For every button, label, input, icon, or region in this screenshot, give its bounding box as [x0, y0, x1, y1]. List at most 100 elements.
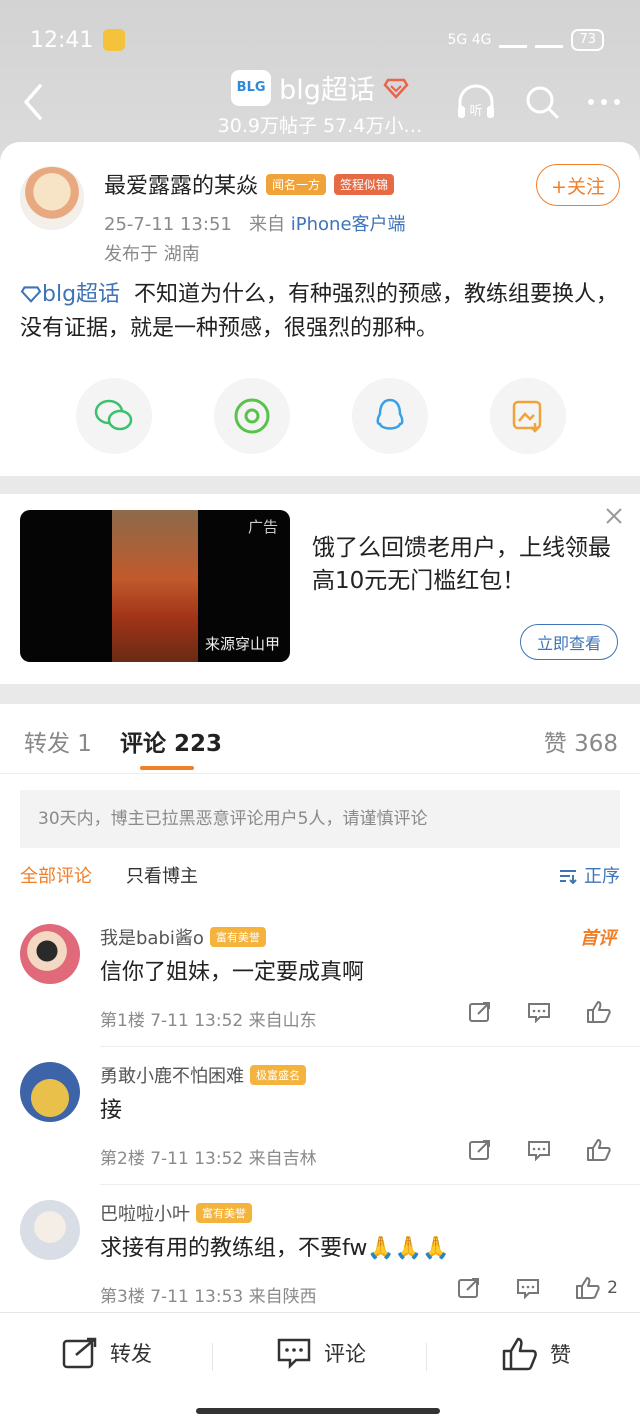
repost-icon[interactable]: [457, 1277, 481, 1299]
ad-text[interactable]: 饿了么回馈老用户，上线领最高10元无门槛红包！: [312, 532, 612, 598]
reply-icon[interactable]: [526, 1139, 552, 1161]
tab-indicator: [140, 766, 194, 770]
svg-text:听: 听: [469, 104, 482, 119]
status-time: 12:41: [30, 27, 94, 53]
repost-icon: [62, 1337, 97, 1369]
wechat-icon: [94, 399, 133, 431]
like-control[interactable]: [586, 1000, 618, 1024]
comment-notice: 30天内，博主已拉黑恶意评论用户5人，请谨慎评论: [20, 790, 620, 848]
commenter-level-badge: 极富盛名: [250, 1065, 306, 1085]
listen-icon[interactable]: 听: [454, 82, 498, 122]
comment-text: 信你了姐妹，一定要成真啊: [100, 960, 365, 985]
reply-icon[interactable]: [526, 1001, 552, 1023]
signal-icon-2: [535, 32, 564, 48]
bottom-comment-label: 评论: [324, 1342, 366, 1366]
comment-text: 接: [100, 1098, 123, 1123]
search-icon[interactable]: [524, 84, 560, 120]
author-avatar[interactable]: [20, 166, 84, 230]
bottom-action-bar: 转发 评论 赞: [0, 1312, 640, 1424]
thumbs-up-icon: [502, 1337, 537, 1371]
post-time: 25-7-11 13:51: [104, 214, 232, 235]
share-wechat[interactable]: [76, 378, 152, 454]
author-name[interactable]: 最爱露露的某焱: [104, 168, 258, 200]
commenter-name[interactable]: 我是babi酱o: [100, 924, 204, 950]
topic-link[interactable]: blg超话: [20, 282, 120, 307]
post-from: 来自: [249, 214, 286, 235]
bottom-repost-label: 转发: [110, 1342, 152, 1366]
thumbs-up-icon: [576, 1277, 600, 1299]
tab-like[interactable]: 赞 368: [544, 724, 618, 758]
top-nav: BLG blg超话 30.9万帖子 57.4万小… 听: [0, 66, 640, 138]
comment-divider: [100, 1046, 640, 1047]
comment-meta: 第3楼 7-11 13:53 来自陕西: [100, 1287, 317, 1307]
post-card: 最爱露露的某焱 闻名一方 签程似锦 +关注 25-7-11 13:51 来自 i…: [0, 142, 640, 476]
like-control[interactable]: 2: [575, 1276, 618, 1300]
page-title[interactable]: blg超话: [279, 68, 375, 107]
comment-meta: 第1楼 7-11 13:52 来自山东: [100, 1011, 317, 1031]
commenter-avatar[interactable]: [20, 924, 80, 984]
ad-view-button[interactable]: 立即查看: [520, 624, 618, 660]
filter-all-comments[interactable]: 全部评论: [20, 862, 92, 888]
blg-logo[interactable]: BLG: [231, 69, 272, 106]
comment-item[interactable]: 巴啦啦小叶 富有美誉 求接有用的教练组，不要fw🙏🙏🙏 第3楼 7-11 13:5…: [0, 1186, 640, 1324]
commenter-avatar[interactable]: [20, 1062, 80, 1122]
network-label: 5G 4G: [447, 32, 492, 48]
qq-icon: [376, 398, 404, 430]
close-icon[interactable]: [604, 506, 624, 526]
post-meta: 25-7-11 13:51 来自 iPhone客户端: [104, 210, 406, 236]
sort-button[interactable]: 正序: [558, 862, 620, 888]
separator: [212, 1343, 213, 1371]
commenter-level-badge: 富有美誉: [209, 927, 266, 947]
post-content: blg超话 不知道为什么，有种强烈的预感，教练组要换人，没有证据，就是一种预感，…: [20, 278, 620, 346]
author-badge-sign: 签程似锦: [334, 173, 395, 195]
reply-icon[interactable]: [515, 1277, 541, 1299]
bottom-like-button[interactable]: 赞: [502, 1337, 571, 1371]
share-moments[interactable]: [214, 378, 290, 454]
battery-icon: 73: [571, 29, 604, 51]
commenter-name[interactable]: 勇敢小鹿不怕困难: [100, 1062, 244, 1088]
signal-icon: [499, 32, 528, 48]
bottom-like-label: 赞: [550, 1343, 571, 1367]
commenter-name[interactable]: 巴啦啦小叶: [100, 1200, 190, 1226]
more-icon[interactable]: [586, 97, 622, 107]
follow-button[interactable]: +关注: [536, 164, 620, 206]
comment-divider: [100, 1184, 640, 1185]
author-badge-level: 闻名一方: [266, 173, 327, 195]
home-indicator: [196, 1408, 440, 1414]
comment-meta: 第2楼 7-11 13:52 来自吉林: [100, 1149, 317, 1169]
ad-source: 来源穿山甲: [204, 635, 280, 653]
ad-card[interactable]: 广告 来源穿山甲 饿了么回馈老用户，上线领最高10元无门槛红包！ 立即查看: [0, 494, 640, 684]
comment-filters: 全部评论 只看博主 正序: [20, 862, 620, 892]
tab-repost[interactable]: 转发 1: [24, 724, 92, 758]
post-location: 发布于 湖南: [104, 244, 200, 265]
share-qq[interactable]: [352, 378, 428, 454]
thumbs-up-icon: [587, 1001, 611, 1023]
comment-item[interactable]: 勇敢小鹿不怕困难 极富盛名 接 第2楼 7-11 13:52 来自吉林: [0, 1048, 640, 1186]
repost-icon[interactable]: [468, 1139, 492, 1161]
sort-icon: [560, 870, 577, 885]
share-save-image[interactable]: [490, 378, 566, 454]
thumbs-up-icon: [587, 1139, 611, 1161]
moments-icon: [234, 398, 270, 434]
ad-image[interactable]: 广告 来源穿山甲: [20, 510, 290, 662]
separator: [426, 1343, 427, 1371]
ad-food-image: [112, 510, 198, 662]
bottom-repost-button[interactable]: 转发: [62, 1337, 152, 1369]
tab-comment[interactable]: 评论 223: [120, 724, 222, 758]
filter-owner-only[interactable]: 只看博主: [126, 862, 198, 888]
ad-label: 广告: [247, 518, 278, 536]
bottom-comment-button[interactable]: 评论: [276, 1337, 366, 1369]
like-count: 2: [607, 1278, 618, 1298]
comment-item[interactable]: 我是babi酱o 富有美誉 首评 信你了姐妹，一定要成真啊 第1楼 7-11 13…: [0, 910, 640, 1048]
repost-icon[interactable]: [468, 1001, 492, 1023]
post-tabs: 转发 1 评论 223 赞 368: [0, 704, 640, 774]
commenter-avatar[interactable]: [20, 1200, 80, 1260]
first-comment-tag: 首评: [580, 928, 616, 949]
save-image-icon: [512, 400, 542, 433]
post-source[interactable]: iPhone客户端: [291, 214, 406, 235]
status-bar: 12:41 5G 4G 73: [30, 22, 604, 58]
comment-text: 求接有用的教练组，不要fw🙏🙏🙏: [100, 1236, 450, 1261]
commenter-level-badge: 富有美誉: [196, 1203, 252, 1223]
app-notification-icon: [103, 29, 126, 51]
like-control[interactable]: [586, 1138, 618, 1162]
